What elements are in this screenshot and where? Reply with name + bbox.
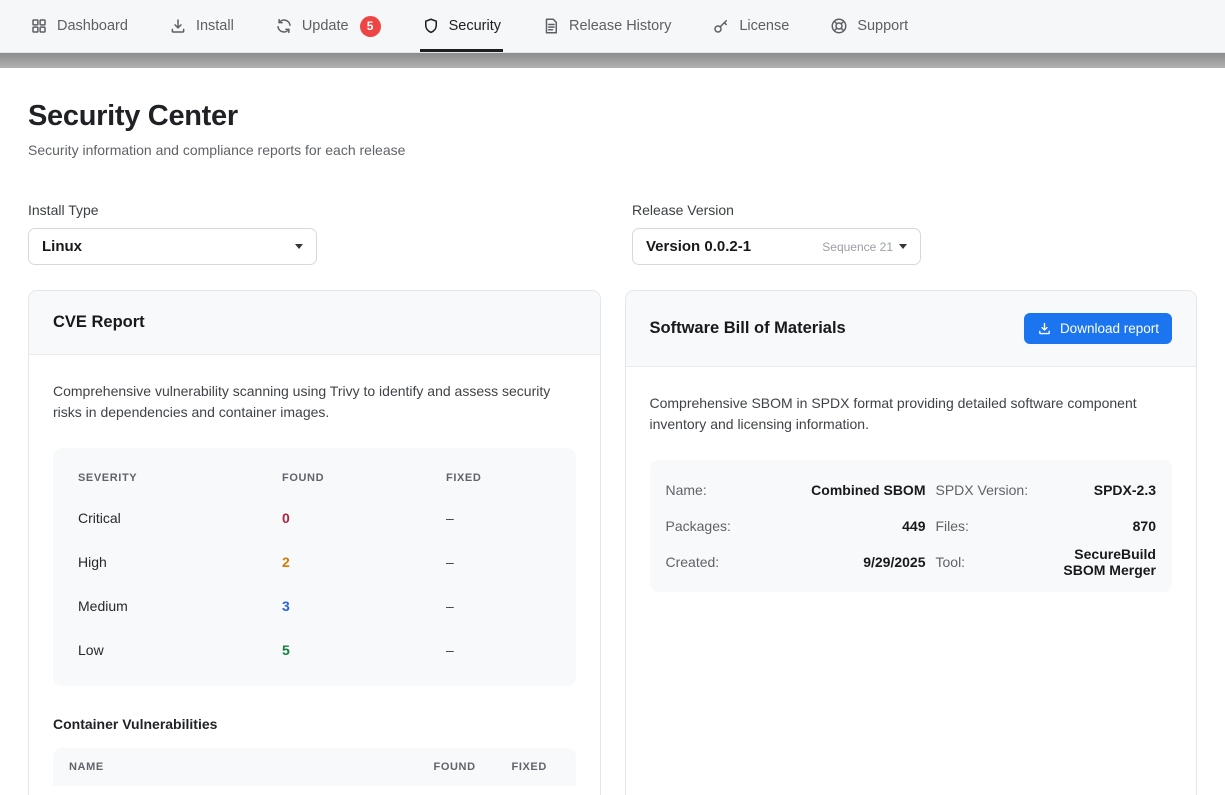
fixed-count: – xyxy=(446,510,454,526)
severity-label: High xyxy=(78,554,107,570)
column-header-found: FOUND xyxy=(433,761,476,773)
detail-value: 870 xyxy=(1132,518,1156,534)
fixed-count: – xyxy=(446,642,454,658)
detail-label: Packages: xyxy=(665,518,731,534)
top-nav: Dashboard Install Update 5 Security Rele… xyxy=(0,0,1225,53)
found-count: 3 xyxy=(282,598,290,614)
column-header-fixed: FIXED xyxy=(446,472,482,484)
sbom-description: Comprehensive SBOM in SPDX format provid… xyxy=(649,395,1137,432)
column-header-found: FOUND xyxy=(282,472,325,484)
document-icon xyxy=(542,17,560,35)
sbom-details-panel: Name: Combined SBOM SPDX Version: SPDX-2… xyxy=(649,460,1172,592)
table-row: High 2 – xyxy=(53,540,576,584)
nav-item-label: Install xyxy=(195,18,234,34)
install-type-label: Install Type xyxy=(28,202,99,218)
container-vulnerabilities-table: NAME FOUND FIXED xyxy=(53,748,576,786)
nav-item-release-history[interactable]: Release History xyxy=(542,0,671,52)
severity-table: SEVERITY FOUND FIXED Critical 0 – High 2 xyxy=(53,448,576,686)
severity-label: Critical xyxy=(78,510,121,526)
install-type-select[interactable]: Linux xyxy=(28,228,317,265)
nav-item-update[interactable]: Update 5 xyxy=(275,0,381,52)
detail-value: SecureBuild SBOM Merger xyxy=(1063,546,1156,578)
refresh-icon xyxy=(275,17,293,35)
nav-item-label: Support xyxy=(857,18,909,34)
install-type-value: Linux xyxy=(42,238,82,255)
release-version-select[interactable]: Version 0.0.2-1 Sequence 21 xyxy=(632,228,921,265)
lifebuoy-icon xyxy=(830,17,848,35)
detail-value: 9/29/2025 xyxy=(863,554,926,570)
found-count: 5 xyxy=(282,642,290,658)
update-count-badge: 5 xyxy=(359,15,381,37)
table-row: Critical 0 – xyxy=(53,496,576,540)
chevron-down-icon xyxy=(899,244,907,249)
detail-label: Name: xyxy=(665,482,707,498)
page-title: Security Center xyxy=(28,100,238,132)
nav-item-support[interactable]: Support xyxy=(830,0,908,52)
column-header-severity: SEVERITY xyxy=(78,472,138,484)
detail-value: 449 xyxy=(902,518,926,534)
download-icon xyxy=(169,17,187,35)
detail-value: Combined SBOM xyxy=(811,482,926,498)
column-header-fixed: FIXED xyxy=(511,761,547,773)
shield-icon xyxy=(422,17,440,35)
nav-item-dashboard[interactable]: Dashboard xyxy=(30,0,128,52)
cve-report-card: CVE Report Comprehensive vulnerability s… xyxy=(28,290,601,795)
release-sequence-label: Sequence 21 xyxy=(822,239,893,254)
key-icon xyxy=(712,17,730,35)
detail-value: SPDX-2.3 xyxy=(1093,482,1156,498)
column-header-name: NAME xyxy=(69,761,104,773)
nav-item-label: License xyxy=(739,18,790,34)
download-report-label: Download report xyxy=(1059,321,1159,336)
cve-report-title: CVE Report xyxy=(53,313,145,331)
sbom-card: Software Bill of Materials Download repo… xyxy=(624,290,1197,795)
nav-item-license[interactable]: License xyxy=(712,0,789,52)
cve-report-description: Comprehensive vulnerability scanning usi… xyxy=(53,383,551,420)
found-count: 0 xyxy=(282,510,290,526)
cve-report-header: CVE Report xyxy=(29,291,600,355)
detail-label: Created: xyxy=(665,554,720,570)
nav-item-label: Security xyxy=(448,18,501,34)
nav-item-label: Update xyxy=(301,18,349,34)
table-row: Low 5 – xyxy=(53,628,576,672)
found-count: 2 xyxy=(282,554,290,570)
severity-label: Low xyxy=(78,642,104,658)
download-icon xyxy=(1037,321,1052,336)
release-version-value: Version 0.0.2-1 xyxy=(646,238,752,255)
fixed-count: – xyxy=(446,554,454,570)
nav-item-install[interactable]: Install xyxy=(169,0,234,52)
release-version-label: Release Version xyxy=(632,202,734,218)
page-subtitle: Security information and compliance repo… xyxy=(28,142,406,158)
container-table-header: NAME FOUND FIXED xyxy=(53,748,576,786)
detail-label: SPDX Version: xyxy=(935,482,1029,498)
nav-item-label: Dashboard xyxy=(57,18,128,34)
download-report-button[interactable]: Download report xyxy=(1023,313,1172,344)
severity-label: Medium xyxy=(78,598,128,614)
sbom-title: Software Bill of Materials xyxy=(649,319,846,337)
dashboard-icon xyxy=(30,17,48,35)
page-top-shadow-band xyxy=(0,53,1225,68)
severity-table-header: SEVERITY FOUND FIXED xyxy=(53,460,576,496)
detail-label: Files: xyxy=(935,518,969,534)
nav-item-label: Release History xyxy=(568,18,672,34)
fixed-count: – xyxy=(446,598,454,614)
detail-label: Tool: xyxy=(935,554,966,570)
security-center-page: Dashboard Install Update 5 Security Rele… xyxy=(0,0,1225,795)
chevron-down-icon xyxy=(295,244,303,249)
sbom-header: Software Bill of Materials Download repo… xyxy=(625,291,1196,367)
container-vulnerabilities-title: Container Vulnerabilities xyxy=(53,716,218,732)
filters-row: Install Type Linux Release Version Versi… xyxy=(28,202,1197,265)
nav-item-security[interactable]: Security xyxy=(419,0,504,52)
table-row: Medium 3 – xyxy=(53,584,576,628)
